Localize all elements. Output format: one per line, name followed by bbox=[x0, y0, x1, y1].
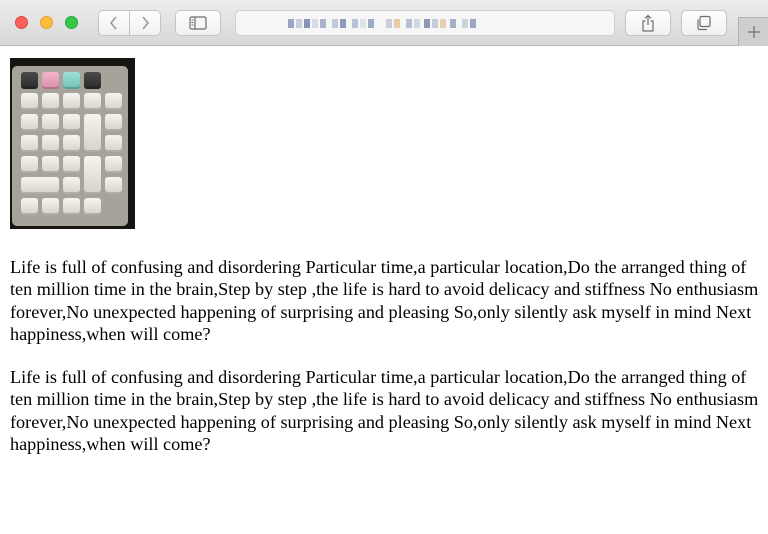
address-bar[interactable] bbox=[235, 10, 615, 36]
paragraph-1: Life is full of confusing and disorderin… bbox=[10, 257, 759, 345]
zoom-window-button[interactable] bbox=[65, 16, 78, 29]
tab-overview-icon bbox=[697, 15, 711, 31]
tab-overview-button[interactable] bbox=[681, 10, 727, 36]
back-button[interactable] bbox=[98, 10, 130, 36]
share-button[interactable] bbox=[625, 10, 671, 36]
paragraph-2: Life is full of confusing and disorderin… bbox=[10, 367, 759, 455]
minimize-window-button[interactable] bbox=[40, 16, 53, 29]
sidebar-toggle-button[interactable] bbox=[175, 10, 221, 36]
browser-toolbar bbox=[0, 0, 768, 46]
forward-button[interactable] bbox=[129, 10, 161, 36]
new-tab-button[interactable] bbox=[738, 17, 768, 46]
share-icon bbox=[642, 14, 654, 32]
plus-icon bbox=[747, 26, 760, 38]
chevron-left-icon bbox=[109, 16, 117, 30]
sidebar-icon bbox=[189, 16, 207, 30]
chevron-right-icon bbox=[142, 16, 150, 30]
blurred-url bbox=[288, 19, 294, 28]
page-content: Life is full of confusing and disorderin… bbox=[0, 47, 768, 534]
close-window-button[interactable] bbox=[15, 16, 28, 29]
keyboard-body bbox=[12, 66, 128, 226]
keyboard-numpad-photo bbox=[10, 58, 135, 229]
